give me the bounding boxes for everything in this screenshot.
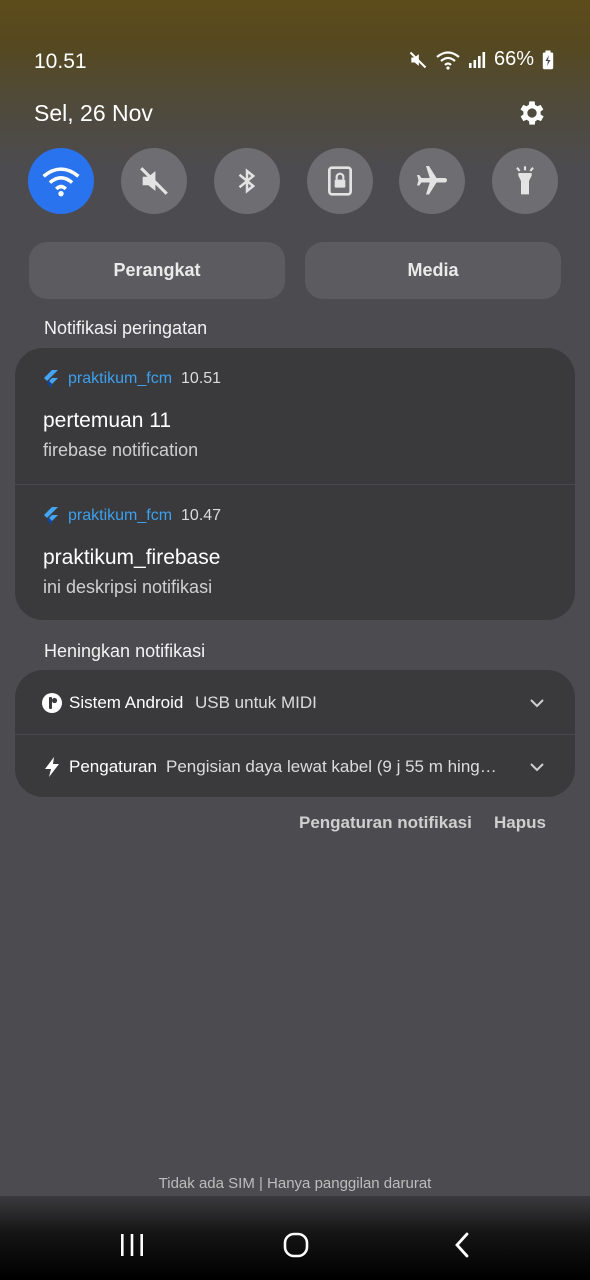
lightning-icon [45,757,59,777]
flashlight-toggle[interactable] [492,148,558,214]
signal-icon [468,51,486,68]
wifi-icon [436,50,460,70]
notification-time: 10.51 [181,370,222,387]
notification-header: praktikum_fcm 10.47 [43,507,221,525]
top-gradient [0,0,590,170]
flashlight-icon [516,166,534,195]
notification-title: pertemuan 11 [43,409,172,432]
media-button[interactable]: Media [305,242,561,299]
bluetooth-toggle[interactable] [214,148,280,214]
gear-icon[interactable] [516,97,548,129]
home-icon [283,1232,309,1258]
notification-body: ini deskripsi notifikasi [43,577,213,597]
lock-icon [328,166,352,196]
chevron-down-icon[interactable] [527,760,547,774]
wifi-toggle[interactable] [28,148,94,214]
home-button[interactable] [276,1228,316,1262]
devices-button[interactable]: Perangkat [29,242,285,299]
battery-icon [542,50,554,69]
wifi-icon [42,167,80,197]
notification-item[interactable]: praktikum_fcm 10.47 praktikum_firebase i… [15,485,575,620]
silent-notification-item[interactable]: Pengaturan Pengisian daya lewat kabel (9… [15,736,575,797]
recent-apps-icon [121,1234,143,1256]
status-icons: 66% [408,48,554,71]
android-system-icon [42,693,62,713]
recent-apps-button[interactable] [112,1228,152,1262]
back-icon [455,1232,469,1258]
mute-icon [140,167,168,195]
airplane-icon [417,166,447,195]
airplane-toggle[interactable] [399,148,465,214]
sound-toggle[interactable] [121,148,187,214]
alert-section-label: Notifikasi peringatan [44,318,208,338]
silent-notification-text: Pengisian daya lewat kabel (9 j 55 m hin… [166,757,497,776]
flutter-icon [44,507,58,525]
notification-settings-link[interactable]: Pengaturan notifikasi [299,813,472,833]
status-bar: 10.51 66% [0,44,590,80]
silent-notification-card: Sistem Android USB untuk MIDI Pengaturan… [15,670,575,797]
silent-notification-text: USB untuk MIDI [195,693,317,712]
chevron-down-icon[interactable] [527,696,547,710]
battery-percent: 66% [493,48,534,70]
flutter-icon [44,370,58,388]
back-button[interactable] [442,1228,482,1262]
notification-header: praktikum_fcm 10.51 [43,370,221,388]
quick-settings-row [28,148,564,214]
bluetooth-icon [238,168,256,194]
silent-section-label: Heningkan notifikasi [44,641,206,661]
alert-notification-card: praktikum_fcm 10.51 pertemuan 11 firebas… [15,348,575,620]
status-time: 10.51 [34,50,87,73]
notification-title: praktikum_firebase [43,546,221,569]
rotation-lock-toggle[interactable] [307,148,373,214]
notification-app-name: praktikum_fcm [68,507,173,524]
clear-all-link[interactable]: Hapus [494,813,546,833]
notification-time: 10.47 [181,507,222,524]
date-label: Sel, 26 Nov [34,100,153,126]
notification-body: firebase notification [43,440,199,460]
notification-item[interactable]: praktikum_fcm 10.51 pertemuan 11 firebas… [15,348,575,484]
mute-icon [409,51,427,68]
divider [15,734,575,735]
silent-app-name: Pengaturan [69,757,157,776]
silent-app-name: Sistem Android [69,693,184,712]
notification-app-name: praktikum_fcm [68,370,173,387]
silent-notification-item[interactable]: Sistem Android USB untuk MIDI [15,672,575,734]
sim-status-text: Tidak ada SIM | Hanya panggilan darurat [158,1175,432,1192]
